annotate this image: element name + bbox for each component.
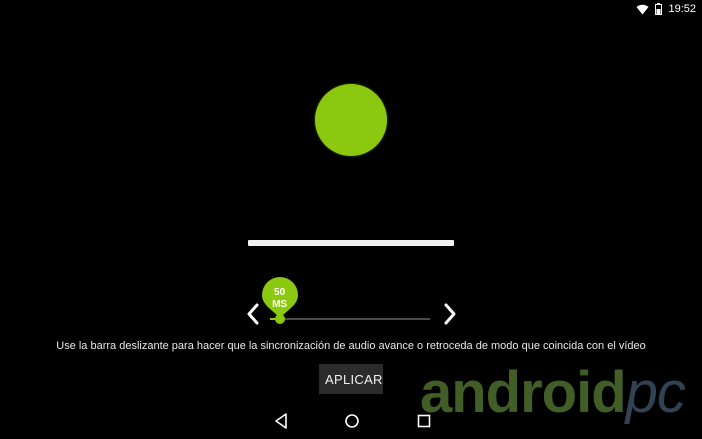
slider-unit: MS (272, 299, 288, 310)
status-bar: 19:52 (636, 0, 702, 18)
audio-indicator-circle (315, 84, 387, 156)
watermark-logo: androidpc (420, 360, 686, 425)
back-icon[interactable] (270, 410, 292, 432)
slider-value: 50 (274, 287, 286, 298)
apply-button[interactable]: APLICAR (319, 364, 383, 394)
status-time: 19:52 (668, 3, 696, 15)
video-indicator-bar (248, 240, 454, 246)
home-icon[interactable] (341, 410, 363, 432)
chevron-right-icon[interactable] (440, 300, 460, 328)
battery-icon (655, 3, 663, 15)
recents-icon[interactable] (413, 410, 435, 432)
wifi-icon (636, 4, 649, 14)
slider-value-bubble: 50 MS (261, 276, 299, 320)
help-text: Use la barra deslizante para hacer que l… (56, 340, 646, 352)
